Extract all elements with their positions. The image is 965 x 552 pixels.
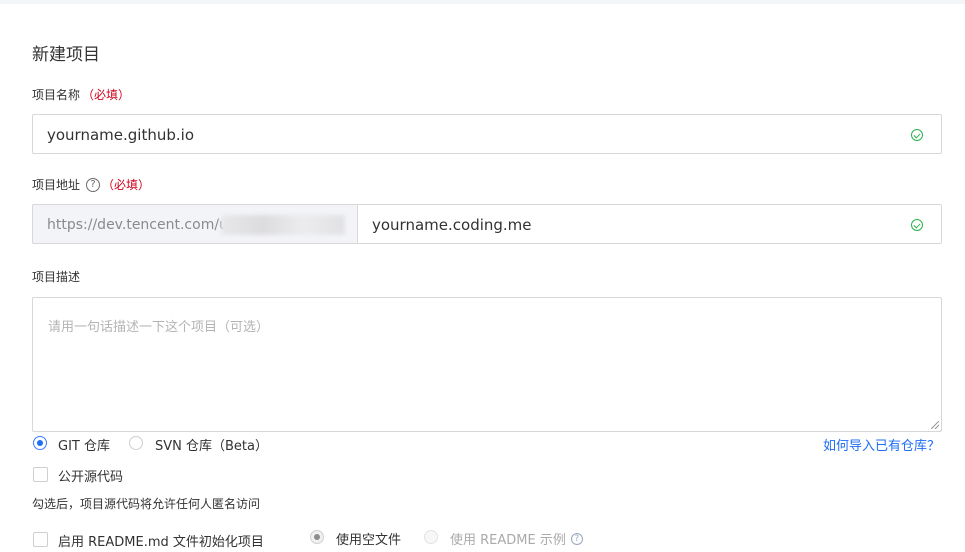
radio-empty-file-label[interactable]: 使用空文件 [336,529,401,548]
help-icon[interactable]: ? [86,177,101,192]
project-description-label-text: 项目描述 [32,270,81,284]
radio-git[interactable] [33,436,47,450]
resize-grip-icon[interactable] [931,421,939,429]
readme-init-checkbox[interactable] [33,532,48,547]
project-address-value: yourname.coding.me [372,216,532,234]
address-prefix: https://dev.tencent.com/u [32,204,358,244]
required-marker: （必填） [82,88,131,102]
address-prefix-text: https://dev.tencent.com/u [47,217,228,233]
check-circle-icon [911,219,923,231]
radio-svn-label[interactable]: SVN 仓库（Beta） [155,435,268,454]
new-project-form: 新建项目 项目名称 （必填） yourname.github.io 项目地址 ?… [0,4,965,552]
radio-readme-sample-label[interactable]: 使用 README 示例 ? [450,529,583,548]
public-source-hint: 勾选后，项目源代码将允许任何人匿名访问 [32,497,261,511]
page-title: 新建项目 [32,45,100,65]
project-address-label-text: 项目地址 [32,178,81,192]
check-circle-icon [911,129,923,141]
radio-svn[interactable] [129,436,143,450]
public-source-label[interactable]: 公开源代码 [58,466,123,485]
project-description-textarea[interactable]: 请用一句话描述一下这个项目（可选） [32,297,942,432]
project-name-label: 项目名称 （必填） [32,86,130,103]
radio-git-label[interactable]: GIT 仓库 [58,435,110,454]
required-marker: （必填） [102,178,151,192]
project-name-value: yourname.github.io [47,126,194,144]
public-source-checkbox[interactable] [33,467,48,482]
import-repo-link[interactable]: 如何导入已有仓库？ [823,435,940,454]
project-address-label: 项目地址 ? （必填） [32,176,150,193]
project-name-label-text: 项目名称 [32,88,81,102]
radio-empty-file[interactable] [310,530,324,544]
project-name-input[interactable]: yourname.github.io [32,114,942,154]
project-description-label: 项目描述 [32,268,80,285]
help-icon[interactable]: ? [570,532,583,545]
description-placeholder: 请用一句话描述一下这个项目（可选） [48,320,270,335]
radio-readme-sample-text: 使用 README 示例 [450,533,566,548]
project-address-input[interactable]: yourname.coding.me [357,204,942,244]
redacted-username [221,215,345,235]
radio-readme-sample[interactable] [424,530,438,544]
readme-init-label[interactable]: 启用 README.md 文件初始化项目 [58,531,264,550]
